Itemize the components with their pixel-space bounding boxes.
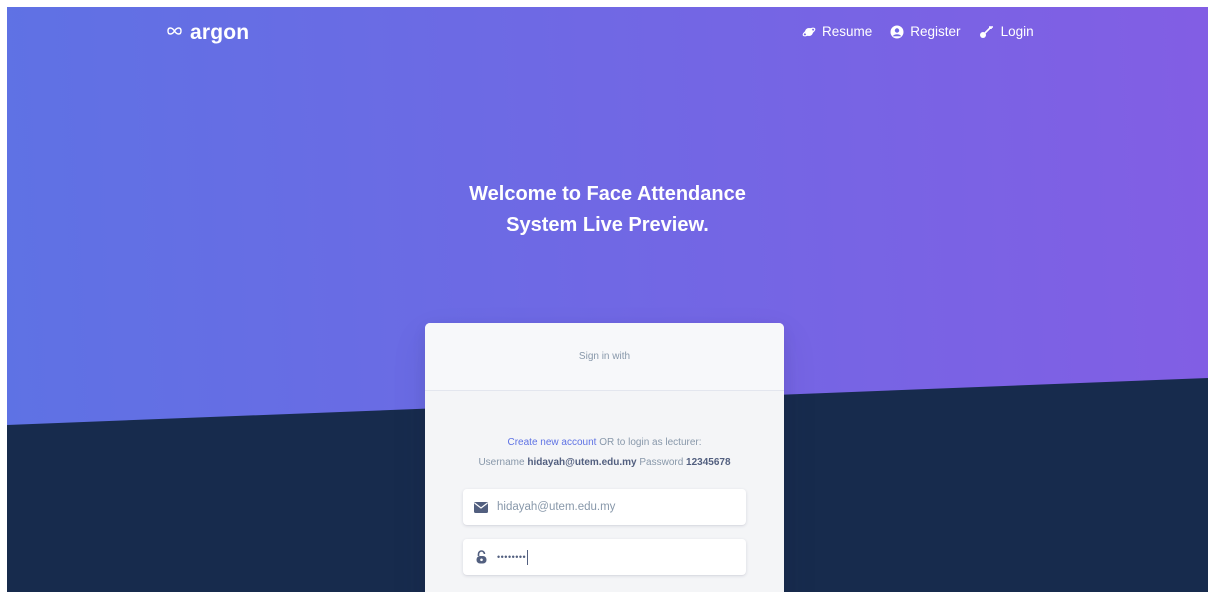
username-label: Username [478, 457, 525, 468]
password-field[interactable]: •••••••• [463, 539, 746, 575]
create-account-link[interactable]: Create new account [508, 437, 597, 448]
user-circle-icon [890, 25, 904, 39]
card-header: Sign in with [425, 323, 784, 391]
top-nav: Resume Register Login [802, 24, 1034, 39]
page-headline: Welcome to Face Attendance System Live P… [7, 179, 1208, 241]
password-value: 12345678 [686, 457, 731, 468]
brand-logo[interactable]: argon [165, 21, 249, 45]
nav-resume-label: Resume [822, 24, 873, 39]
password-label: Password [639, 457, 684, 468]
lock-icon [465, 550, 497, 564]
key-icon [979, 25, 995, 39]
planet-icon [802, 25, 816, 39]
nav-resume-link[interactable]: Resume [802, 24, 872, 39]
sign-in-with-label: Sign in with [578, 351, 631, 362]
infinity-icon [165, 24, 184, 43]
nav-register-link[interactable]: Register [890, 24, 961, 39]
username-value: hidayah@utem.edu.my [527, 457, 637, 468]
password-input[interactable]: •••••••• [497, 552, 526, 562]
page-frame: argon Resume Register Login Welcome to F… [7, 7, 1208, 592]
email-input[interactable] [497, 501, 727, 513]
nav-login-label: Login [1000, 24, 1034, 39]
nav-login-link[interactable]: Login [979, 24, 1034, 39]
email-field[interactable] [463, 489, 746, 525]
headline-line-1: Welcome to Face Attendance [469, 183, 746, 205]
note-text: OR to login as lecturer: [599, 437, 702, 448]
text-caret [527, 549, 529, 565]
login-card: Sign in with Create new account OR to lo… [425, 323, 784, 592]
brand-name: argon [190, 21, 250, 44]
envelope-icon [465, 501, 497, 513]
headline-line-2: System Live Preview. [506, 214, 709, 236]
login-instructions: Create new account OR to login as lectur… [425, 433, 784, 473]
nav-register-label: Register [910, 24, 961, 39]
